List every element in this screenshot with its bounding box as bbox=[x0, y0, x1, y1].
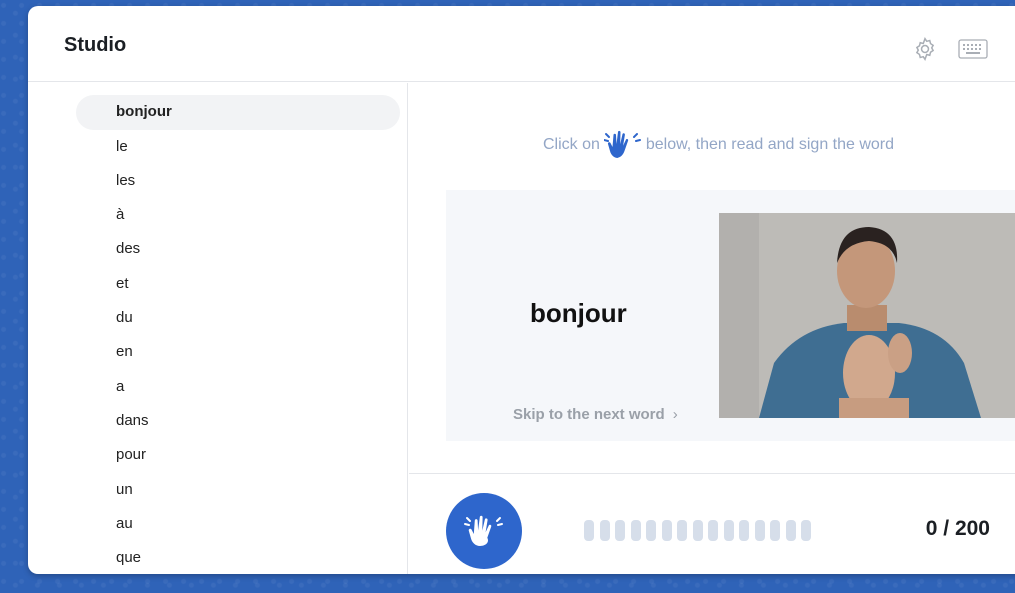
progress-segment bbox=[692, 520, 703, 541]
signer-illustration bbox=[719, 213, 1015, 418]
progress-segment bbox=[739, 520, 749, 541]
word-list-item[interactable]: dans bbox=[76, 404, 400, 438]
chevron-right-icon: › bbox=[672, 406, 678, 423]
word-list-item[interactable]: à bbox=[76, 198, 400, 232]
header-icons bbox=[910, 36, 988, 62]
word-list-item[interactable]: des bbox=[76, 232, 400, 266]
progress-segment bbox=[770, 520, 780, 541]
progress-segment bbox=[584, 520, 594, 541]
app-title: Studio bbox=[64, 34, 127, 56]
progress-segment bbox=[723, 520, 734, 541]
word-list-item[interactable]: pour bbox=[76, 438, 400, 472]
progress-segment bbox=[646, 520, 656, 541]
sign-video bbox=[719, 213, 1015, 418]
word-list-item[interactable]: un bbox=[76, 473, 400, 507]
skip-next-word-link[interactable]: Skip to the next word › bbox=[513, 406, 678, 423]
instruction-suffix: below, then read and sign the word bbox=[645, 136, 895, 153]
current-word: bonjour bbox=[530, 298, 627, 328]
gear-icon bbox=[915, 37, 935, 61]
keyboard-icon bbox=[958, 39, 988, 59]
word-list-item[interactable]: bonjour bbox=[76, 95, 400, 130]
progress-segment bbox=[615, 520, 625, 541]
word-list-item[interactable]: et bbox=[76, 267, 400, 301]
word-list-item[interactable]: la bbox=[76, 83, 400, 95]
studio-window: Studio labonjourleles bbox=[28, 6, 1015, 574]
progress-segment bbox=[754, 520, 765, 541]
progress-segment bbox=[677, 520, 687, 541]
signing-hand-icon bbox=[464, 515, 503, 546]
word-list-item[interactable]: le bbox=[76, 130, 400, 164]
word-list-item[interactable]: au bbox=[76, 507, 400, 541]
progress-segment bbox=[708, 520, 718, 541]
header: Studio bbox=[28, 6, 1015, 82]
progress-segment bbox=[801, 520, 811, 541]
word-list-item[interactable]: les bbox=[76, 164, 400, 198]
progress-segment bbox=[661, 520, 672, 541]
word-list-item[interactable]: que bbox=[76, 541, 400, 574]
word-counter: 0 / 200 bbox=[925, 517, 990, 540]
keyboard-button[interactable] bbox=[958, 36, 988, 62]
main-panel: Click on below, then read and sign the w… bbox=[409, 83, 1015, 574]
word-list-item[interactable]: en bbox=[76, 335, 400, 369]
record-sign-button[interactable] bbox=[446, 493, 522, 569]
signing-hand-icon bbox=[603, 130, 641, 158]
word-card: bonjour Skip to the next word › bbox=[446, 190, 1015, 441]
word-list: labonjourlelesàdesetduenadanspourunauque bbox=[76, 83, 400, 574]
word-list-item[interactable]: du bbox=[76, 301, 400, 335]
word-sidebar: labonjourlelesàdesetduenadanspourunauque bbox=[28, 83, 408, 574]
divider bbox=[409, 473, 1015, 474]
skip-label: Skip to the next word bbox=[513, 406, 665, 423]
progress-segment bbox=[785, 520, 796, 541]
word-list-item[interactable]: a bbox=[76, 370, 400, 404]
instruction-prefix: Click on bbox=[542, 136, 600, 153]
progress-bar bbox=[584, 520, 811, 541]
instruction-text: Click on below, then read and sign the w… bbox=[409, 128, 1015, 162]
progress-segment bbox=[599, 520, 610, 541]
progress-segment bbox=[630, 520, 641, 541]
settings-button[interactable] bbox=[910, 36, 940, 62]
